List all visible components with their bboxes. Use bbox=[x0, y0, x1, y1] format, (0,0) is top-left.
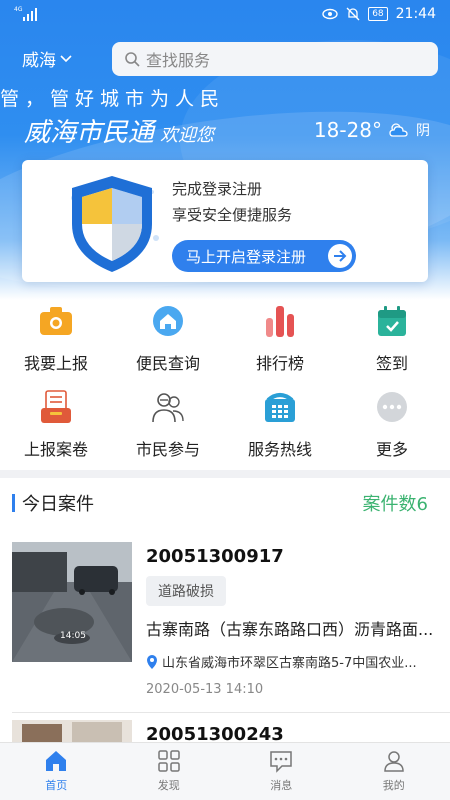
nav-profile[interactable]: 我的 bbox=[338, 743, 450, 800]
case-description: 古寨南路（古寨东路路口西）沥青路面... bbox=[146, 620, 434, 639]
today-cases-header: 今日案件 案件数6 bbox=[0, 486, 450, 520]
service-more[interactable]: 更多 bbox=[336, 384, 448, 464]
city-selector[interactable]: 威海 bbox=[22, 46, 72, 71]
thumb-timestamp: 14:05 bbox=[60, 631, 86, 641]
telephone-icon bbox=[263, 390, 297, 424]
login-promo-subtitle: 享受安全便捷服务 bbox=[172, 206, 293, 224]
home-icon bbox=[46, 751, 67, 771]
bottom-navigation: 首页 发现 消息 我的 bbox=[0, 742, 450, 800]
service-report-files[interactable]: 上报案卷 bbox=[0, 384, 112, 464]
arrow-right-icon bbox=[328, 244, 352, 268]
user-icon bbox=[383, 751, 404, 772]
bar-chart-icon bbox=[263, 304, 297, 338]
city-name: 威海 bbox=[22, 51, 56, 71]
case-id: 20051300917 bbox=[146, 546, 284, 567]
message-icon bbox=[270, 751, 292, 773]
home-search-icon bbox=[151, 304, 185, 338]
temperature: 18-28° bbox=[313, 118, 382, 142]
security-shield-icon bbox=[52, 168, 172, 276]
search-placeholder: 查找服务 bbox=[146, 51, 211, 70]
section-divider bbox=[0, 470, 450, 478]
section-marker bbox=[12, 494, 15, 512]
brand-name: 威海市民通 bbox=[24, 118, 155, 148]
service-ranking[interactable]: 排行榜 bbox=[224, 298, 336, 378]
clock: 21:44 bbox=[395, 6, 436, 22]
nav-label: 消息 bbox=[270, 779, 293, 792]
location-pin-icon bbox=[147, 654, 157, 669]
list-item[interactable]: 14:05 20051300917 道路破损 古寨南路（古寨东路路口西）沥青路面… bbox=[0, 540, 450, 710]
weather-condition: 阴 bbox=[416, 123, 430, 139]
service-participation[interactable]: 市民参与 bbox=[112, 384, 224, 464]
weather-widget: 18-28° 阴 bbox=[314, 118, 430, 142]
chevron-down-icon bbox=[60, 54, 72, 62]
nav-label: 发现 bbox=[157, 779, 180, 792]
case-thumbnail bbox=[12, 720, 132, 742]
nav-label: 首页 bbox=[45, 779, 68, 792]
service-label: 上报案卷 bbox=[23, 440, 88, 459]
network-type: 4G bbox=[14, 6, 23, 13]
nav-home[interactable]: 首页 bbox=[0, 743, 113, 800]
grid-icon bbox=[158, 750, 180, 772]
people-icon bbox=[151, 390, 185, 424]
login-register-button[interactable]: 马上开启登录注册 bbox=[172, 240, 356, 272]
nav-label: 我的 bbox=[382, 779, 405, 792]
nav-discover[interactable]: 发现 bbox=[113, 743, 226, 800]
app-brand: 威海市民通 欢迎您 bbox=[24, 112, 214, 149]
eye-icon bbox=[322, 8, 338, 20]
service-hotline[interactable]: 服务热线 bbox=[224, 384, 336, 464]
list-divider bbox=[12, 712, 450, 713]
login-promo-card: 完成登录注册 享受安全便捷服务 马上开启登录注册 bbox=[22, 160, 428, 282]
list-item[interactable]: 20051300243 bbox=[0, 720, 450, 742]
document-tray-icon bbox=[39, 390, 73, 424]
case-address: 山东省威海市环翠区古寨南路5-7中国农业... bbox=[146, 652, 442, 671]
battery-indicator: 68 bbox=[368, 7, 388, 21]
service-query[interactable]: 便民查询 bbox=[112, 298, 224, 378]
search-input[interactable]: 查找服务 bbox=[112, 42, 438, 76]
login-promo-title: 完成登录注册 bbox=[172, 180, 263, 198]
login-register-label: 马上开启登录注册 bbox=[186, 247, 307, 266]
service-label: 排行榜 bbox=[255, 354, 304, 373]
mute-bell-icon bbox=[346, 7, 360, 21]
camera-icon bbox=[39, 304, 73, 338]
service-label: 签到 bbox=[375, 354, 408, 373]
case-time: 2020-05-13 14:10 bbox=[146, 682, 264, 697]
case-count[interactable]: 案件数6 bbox=[363, 490, 428, 516]
section-title: 今日案件 bbox=[22, 494, 94, 515]
calendar-check-icon bbox=[375, 304, 409, 338]
scrolling-slogan: 管，管好城市为人民 bbox=[0, 88, 226, 110]
case-category-tag: 道路破损 bbox=[146, 576, 226, 606]
service-label: 更多 bbox=[375, 440, 408, 459]
service-grid: 我要上报 便民查询 排行榜 签到 上报案卷 市民参与 服务热线 更多 bbox=[0, 298, 450, 466]
service-checkin[interactable]: 签到 bbox=[336, 298, 448, 378]
status-bar: 4G 68 21:44 bbox=[0, 0, 450, 30]
signal-icon: 4G bbox=[14, 7, 37, 21]
service-label: 便民查询 bbox=[135, 354, 200, 373]
service-label: 市民参与 bbox=[135, 440, 200, 459]
service-label: 我要上报 bbox=[23, 354, 88, 373]
more-dots-icon bbox=[375, 390, 409, 424]
service-label: 服务热线 bbox=[247, 440, 312, 459]
welcome-text: 欢迎您 bbox=[160, 125, 215, 146]
nav-messages[interactable]: 消息 bbox=[225, 743, 338, 800]
case-id: 20051300243 bbox=[146, 724, 284, 742]
cloudy-weather-icon bbox=[389, 123, 408, 137]
service-report[interactable]: 我要上报 bbox=[0, 298, 112, 378]
case-address-text: 山东省威海市环翠区古寨南路5-7中国农业... bbox=[162, 656, 417, 671]
search-icon bbox=[125, 52, 140, 67]
case-thumbnail: 14:05 bbox=[12, 542, 132, 662]
